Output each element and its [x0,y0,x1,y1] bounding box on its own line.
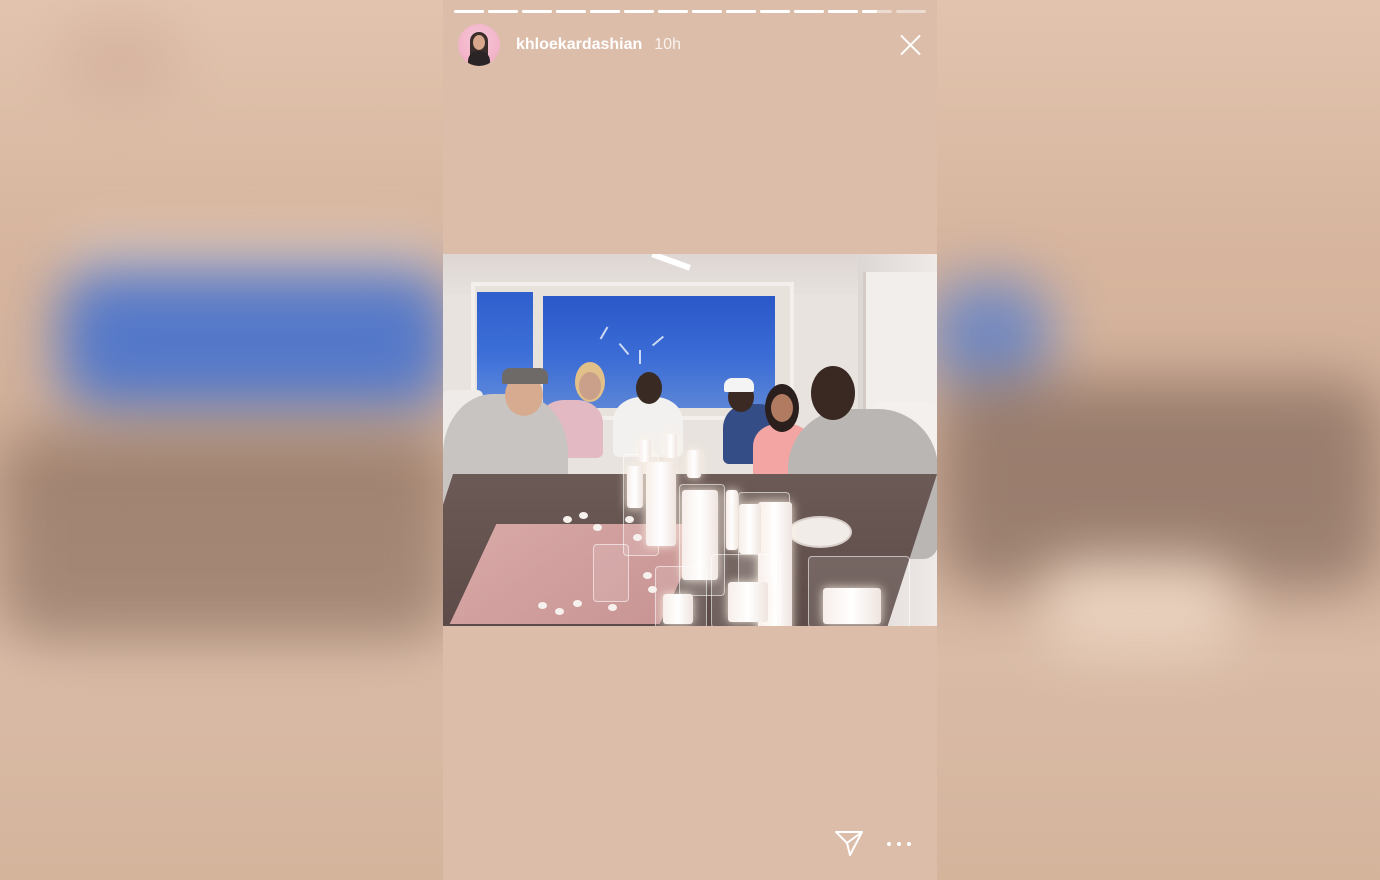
story-footer [443,820,937,880]
story-progress-fill [692,10,722,13]
story-progress-segment [658,10,688,13]
photo-candle [646,462,676,546]
story-progress-fill [488,10,518,13]
photo-petal [555,608,564,615]
story-timestamp: 10h [654,36,681,53]
backdrop-blur-shape [930,280,1050,390]
story-progress-fill [556,10,586,13]
story-progress-segment [692,10,722,13]
avatar-face [473,35,485,50]
story-progress-fill [828,10,858,13]
photo-plate [788,516,852,548]
photo-candle [639,440,651,462]
backdrop-blur-shape [940,380,1380,590]
photo-candle [823,588,881,624]
story-progress-segment [862,10,892,13]
paper-plane-icon-svg [835,831,863,856]
story-progress-fill [862,10,877,13]
photo-person-head [811,366,855,420]
photo-person-head [636,372,662,404]
ellipsis-dot [907,842,911,846]
photo-petal [538,602,547,609]
story-progress-segment [522,10,552,13]
story-progress-segment [896,10,926,13]
story-progress-fill [624,10,654,13]
story-progress-fill [658,10,688,13]
photo-petal [563,516,572,523]
backdrop-blur-shape [60,270,450,410]
photo-person-face [579,372,601,400]
photo-petal [579,512,588,519]
ellipsis-dot [887,842,891,846]
story-progress-segment [760,10,790,13]
story-progress-segment [624,10,654,13]
ellipsis-dot [897,842,901,846]
story-header: khloekardashian 10h [458,23,925,67]
photo-person-face [771,394,793,422]
photo-candle [665,434,677,458]
photo-petal [648,586,657,593]
photo-door [863,272,937,422]
story-progress-bar [454,10,926,13]
photo-glass [593,544,629,602]
story-progress-segment [828,10,858,13]
photo-petal [593,524,602,531]
photo-petal [633,534,642,541]
photo-petal [608,604,617,611]
photo-candle [726,490,738,550]
photo-petal [625,516,634,523]
story-progress-segment [488,10,518,13]
backdrop-blur-shape [0,430,450,640]
photo-candle [627,466,643,508]
photo-candle [687,450,701,478]
story-progress-fill [794,10,824,13]
ellipsis-icon[interactable] [887,832,911,856]
story-progress-fill [590,10,620,13]
username-link[interactable]: khloekardashian [516,36,642,54]
story-progress-fill [454,10,484,13]
story-progress-fill [522,10,552,13]
backdrop-blur-shape [1040,560,1240,650]
avatar[interactable] [458,24,500,66]
avatar-body [468,51,490,66]
photo-cap [724,378,754,392]
photo-candle [739,504,761,554]
story-progress-segment [454,10,484,13]
photo-reflection [639,350,641,364]
story-progress-segment [590,10,620,13]
story-progress-fill [760,10,790,13]
paper-plane-icon[interactable] [834,828,864,858]
photo-cap [502,368,548,384]
story-progress-fill [726,10,756,13]
photo-candle [728,582,768,622]
story-photo [443,254,937,626]
story-progress-segment [794,10,824,13]
story-viewer[interactable]: khloekardashian 10h [443,0,937,880]
photo-petal [643,572,652,579]
photo-candle [663,594,693,624]
story-progress-segment [726,10,756,13]
close-icon[interactable] [895,30,925,60]
photo-petal [573,600,582,607]
story-progress-segment [556,10,586,13]
backdrop-blur-shape [60,20,180,100]
